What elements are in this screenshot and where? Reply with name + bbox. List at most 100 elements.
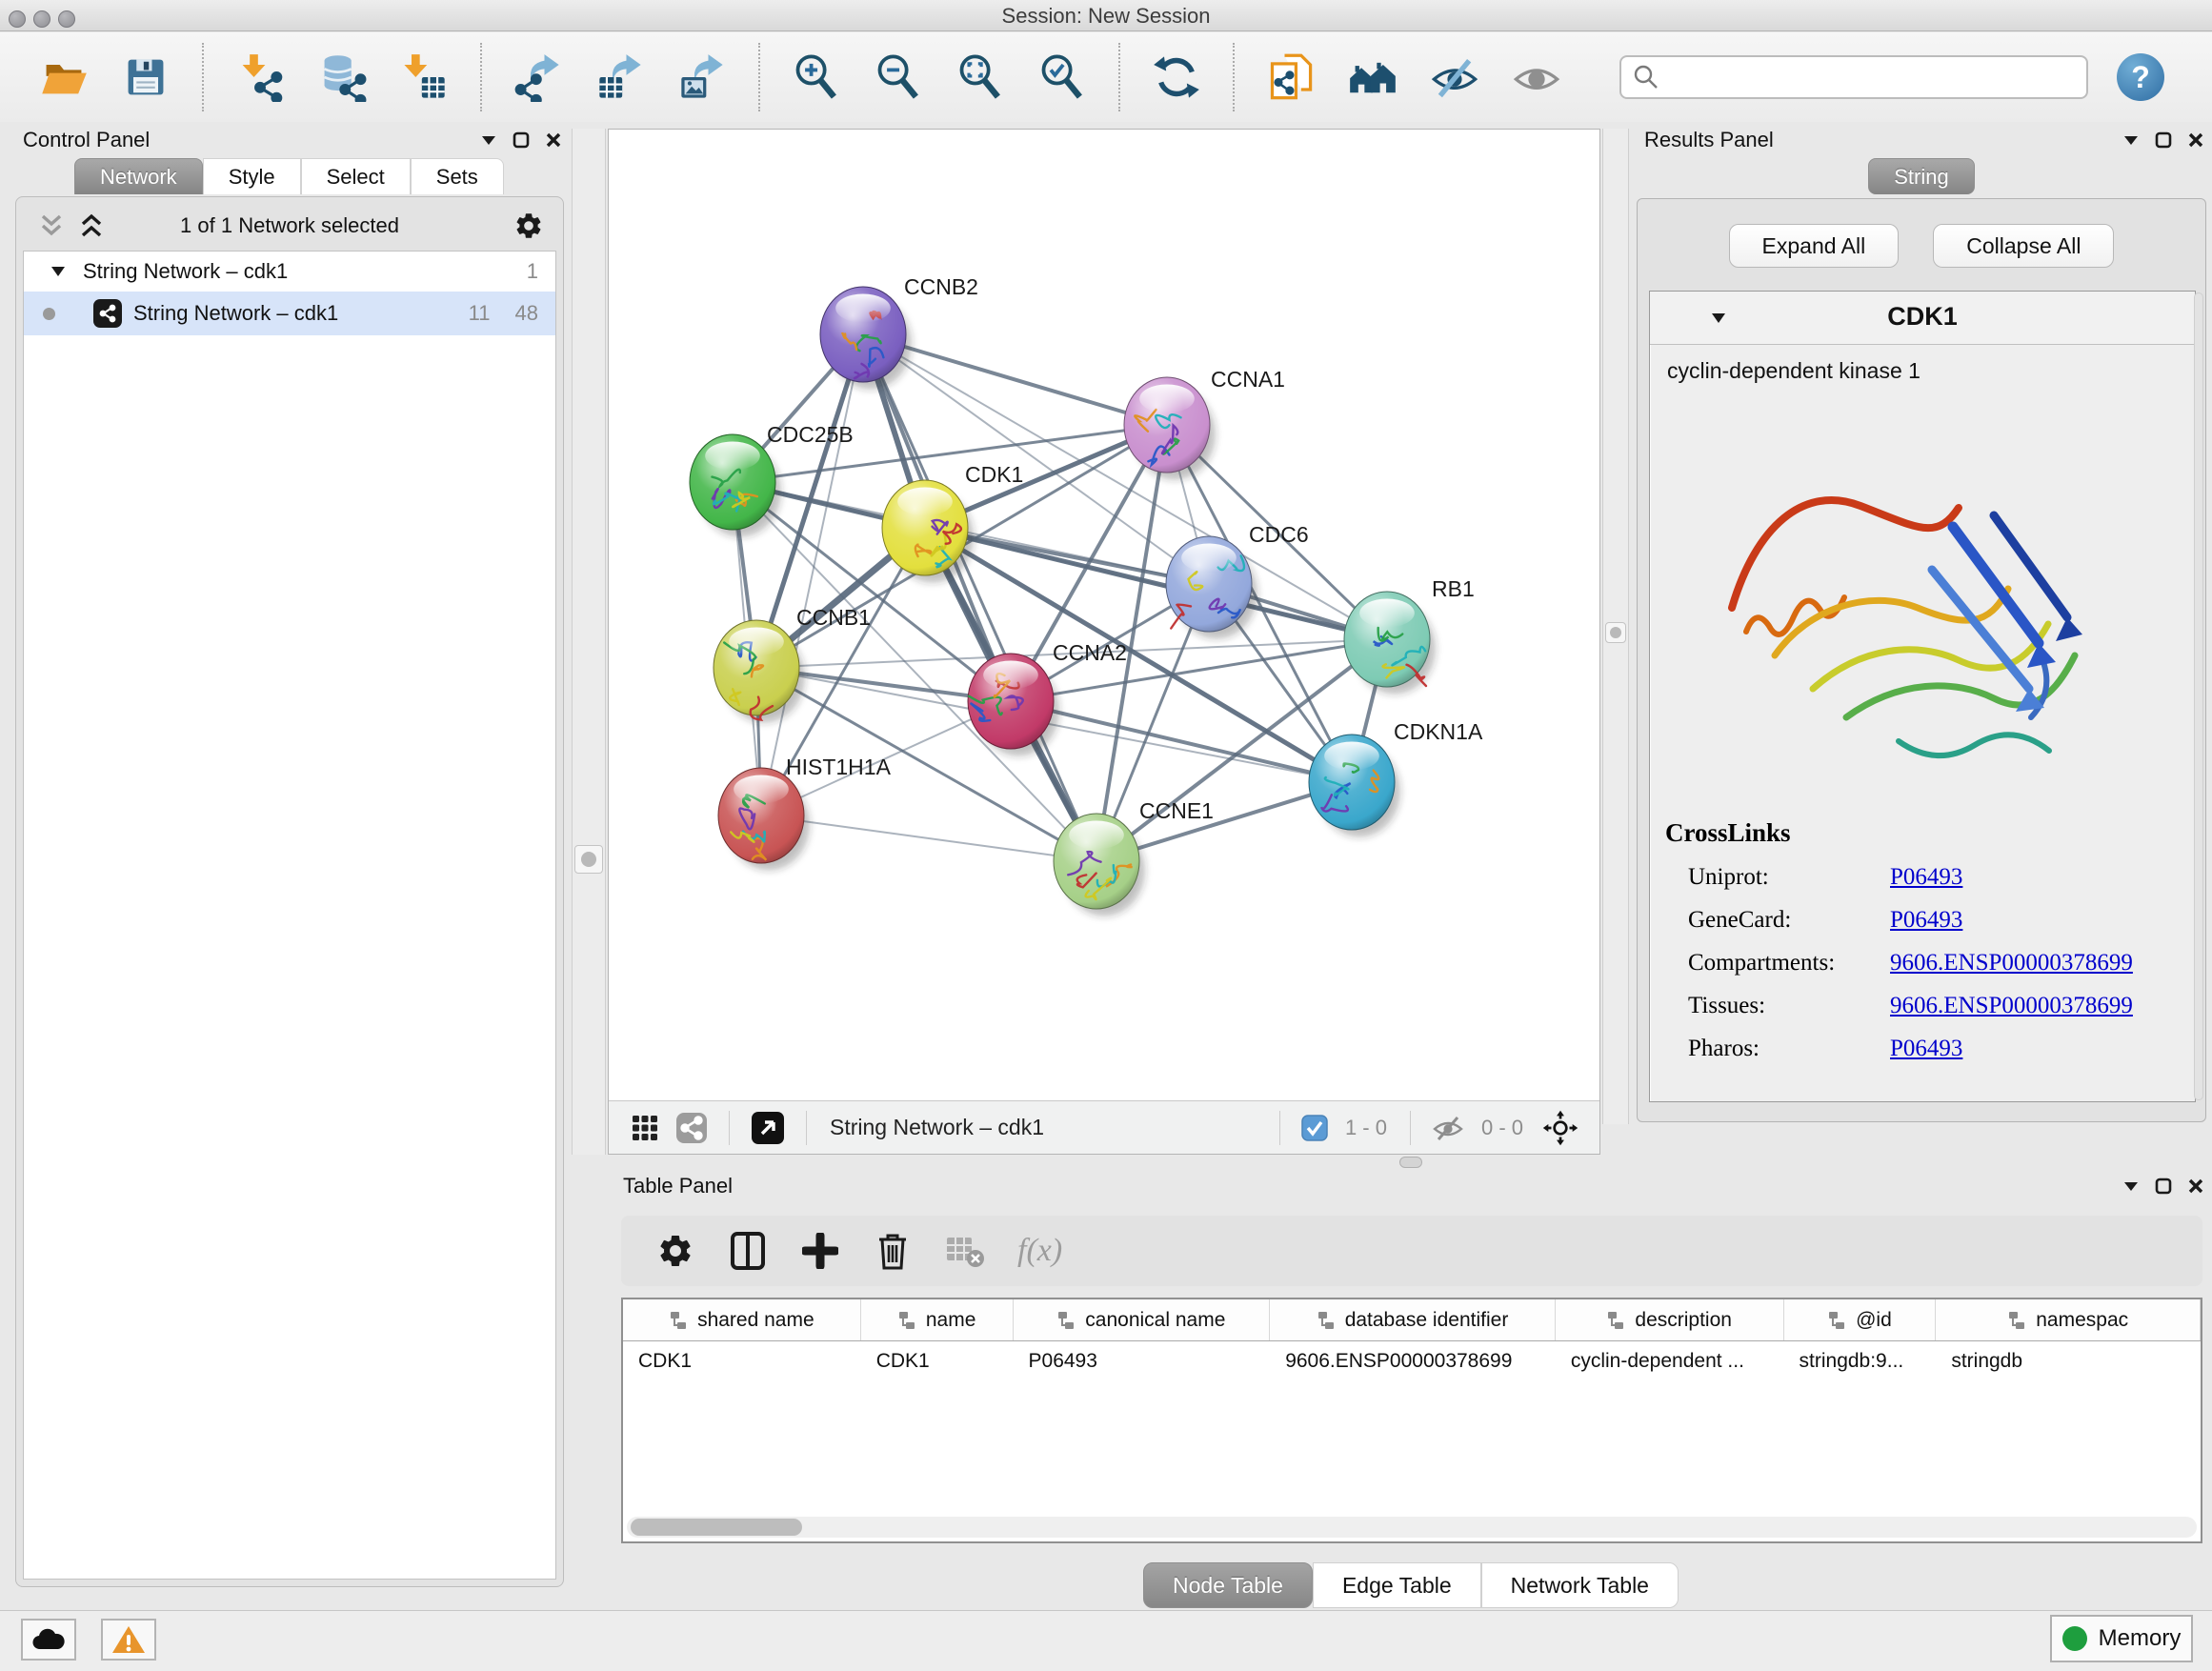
- tab-sets[interactable]: Sets: [411, 158, 504, 194]
- table-cell[interactable]: stringdb:9...: [1784, 1341, 1937, 1381]
- birds-eye-view-button[interactable]: [751, 1111, 785, 1145]
- results-scrollbar[interactable]: [2194, 292, 2203, 1100]
- pan-tool-button[interactable]: [1542, 1110, 1579, 1146]
- grid-mode-button[interactable]: [630, 1113, 660, 1143]
- panel-close-icon[interactable]: [545, 131, 562, 149]
- apply-function-button[interactable]: f(x): [1017, 1233, 1062, 1269]
- panel-close-icon[interactable]: [2187, 131, 2204, 149]
- tree-expander-icon[interactable]: [50, 266, 66, 277]
- cloud-status-button[interactable]: [21, 1619, 76, 1661]
- panel-float-icon[interactable]: [2155, 131, 2172, 149]
- panel-menu-icon[interactable]: [2122, 134, 2140, 146]
- network-options-gear-icon[interactable]: [513, 211, 544, 241]
- network-view-toolbar: String Network – cdk1 1 - 0 0 - 0: [609, 1100, 1599, 1154]
- table-hscrollbar[interactable]: [627, 1517, 2197, 1538]
- left-splitter-handle[interactable]: [574, 845, 603, 874]
- table-hscrollbar-thumb[interactable]: [631, 1519, 802, 1536]
- home-button[interactable]: [1345, 50, 1400, 105]
- show-all-button[interactable]: [1509, 50, 1564, 105]
- protein-section-header[interactable]: CDK1: [1650, 292, 2195, 345]
- open-session-button[interactable]: [36, 50, 91, 105]
- table-cell[interactable]: CDK1: [861, 1341, 1014, 1381]
- table-cell[interactable]: CDK1: [623, 1341, 861, 1381]
- panel-menu-icon[interactable]: [480, 134, 497, 146]
- column-header-name[interactable]: name: [861, 1299, 1014, 1340]
- panel-float-icon[interactable]: [2155, 1178, 2172, 1195]
- zoom-out-button[interactable]: [871, 50, 926, 105]
- zoom-in-button[interactable]: [789, 50, 844, 105]
- crosslink-value[interactable]: P06493: [1890, 907, 1962, 934]
- node-CDC25B[interactable]: CDC25B: [690, 422, 854, 537]
- create-column-button[interactable]: [791, 1221, 850, 1280]
- table-cell[interactable]: P06493: [1014, 1341, 1271, 1381]
- network-row[interactable]: String Network – cdk1 11 48: [24, 292, 555, 335]
- hidden-toggle[interactable]: [1432, 1114, 1464, 1142]
- refresh-button[interactable]: [1149, 50, 1204, 105]
- right-splitter-handle[interactable]: [1605, 622, 1626, 643]
- export-image-button[interactable]: [674, 50, 730, 105]
- column-header-database-identifier[interactable]: database identifier: [1270, 1299, 1556, 1340]
- table-cell[interactable]: cyclin-dependent ...: [1556, 1341, 1784, 1381]
- tab-string[interactable]: String: [1868, 158, 1974, 194]
- left-splitter[interactable]: [572, 129, 606, 1155]
- network-mode-button[interactable]: [675, 1112, 708, 1144]
- crosslink-value[interactable]: P06493: [1890, 1036, 1962, 1062]
- show-columns-button[interactable]: [718, 1221, 777, 1280]
- column-header-description[interactable]: description: [1556, 1299, 1784, 1340]
- delete-column-button[interactable]: [863, 1221, 922, 1280]
- network-graph[interactable]: CCNB2CCNA1CDC25BCDK1CDC6RB1CCNB1CCNA2CDK…: [609, 130, 1599, 1100]
- zoom-fit-button[interactable]: [953, 50, 1008, 105]
- crosslink-value[interactable]: 9606.ENSP00000378699: [1890, 993, 2133, 1019]
- node-CDKN1A[interactable]: CDKN1A: [1309, 719, 1483, 837]
- export-table-button[interactable]: [593, 50, 648, 105]
- delete-table-button[interactable]: [935, 1221, 995, 1280]
- edge-CCNB2-HIST1H1A[interactable]: [761, 334, 863, 815]
- expand-all-button[interactable]: Expand All: [1729, 224, 1900, 268]
- zoom-selected-button[interactable]: [1035, 50, 1090, 105]
- help-button[interactable]: ?: [2117, 53, 2164, 101]
- column-header-@id[interactable]: @id: [1784, 1299, 1937, 1340]
- warnings-button[interactable]: [101, 1619, 156, 1661]
- import-table-button[interactable]: [396, 50, 452, 105]
- import-network-button[interactable]: [232, 50, 288, 105]
- column-header-canonical-name[interactable]: canonical name: [1014, 1299, 1271, 1340]
- tab-edge-table[interactable]: Edge Table: [1313, 1562, 1481, 1608]
- trash-icon: [875, 1231, 910, 1271]
- node-RB1[interactable]: RB1: [1344, 576, 1475, 695]
- column-header-shared-name[interactable]: shared name: [623, 1299, 861, 1340]
- clone-network-button[interactable]: [1263, 50, 1318, 105]
- node-CCNB2[interactable]: CCNB2: [820, 274, 978, 390]
- panel-close-icon[interactable]: [2187, 1178, 2204, 1195]
- table-row[interactable]: CDK1CDK1P064939606.ENSP00000378699cyclin…: [623, 1341, 2201, 1381]
- hide-selected-button[interactable]: [1427, 50, 1482, 105]
- search-input[interactable]: [1619, 55, 2088, 99]
- crosslink-value[interactable]: P06493: [1890, 864, 1962, 891]
- tab-network-table[interactable]: Network Table: [1481, 1562, 1679, 1608]
- table-cell[interactable]: stringdb: [1936, 1341, 2201, 1381]
- tab-node-table[interactable]: Node Table: [1143, 1562, 1313, 1608]
- memory-button[interactable]: Memory: [2050, 1615, 2193, 1662]
- tab-style[interactable]: Style: [203, 158, 301, 194]
- save-session-button[interactable]: [118, 50, 173, 105]
- network-collection-row[interactable]: String Network – cdk1 1: [24, 252, 555, 292]
- node-CCNA1[interactable]: CCNA1: [1124, 367, 1285, 480]
- column-header-namespac[interactable]: namespac: [1936, 1299, 2201, 1340]
- import-network-from-database-button[interactable]: [314, 50, 370, 105]
- node-HIST1H1A[interactable]: HIST1H1A: [718, 755, 892, 871]
- network-view[interactable]: CCNB2CCNA1CDC25BCDK1CDC6RB1CCNB1CCNA2CDK…: [608, 129, 1600, 1155]
- export-network-button[interactable]: [511, 50, 566, 105]
- edge-CCNB2-CCNE1[interactable]: [863, 334, 1096, 861]
- horizontal-splitter-handle[interactable]: [1399, 1157, 1422, 1168]
- panel-float-icon[interactable]: [513, 131, 530, 149]
- table-cell[interactable]: 9606.ENSP00000378699: [1270, 1341, 1556, 1381]
- edge-HIST1H1A-CCNE1[interactable]: [761, 815, 1096, 861]
- table-options-button[interactable]: [646, 1221, 705, 1280]
- tab-select[interactable]: Select: [301, 158, 411, 194]
- right-splitter[interactable]: [1602, 129, 1629, 1124]
- panel-menu-icon[interactable]: [2122, 1180, 2140, 1192]
- tab-network[interactable]: Network: [74, 158, 203, 194]
- crosslink-value[interactable]: 9606.ENSP00000378699: [1890, 950, 2133, 976]
- collapse-all-button[interactable]: Collapse All: [1933, 224, 2114, 268]
- hidden-eye-icon: [1432, 1114, 1464, 1142]
- selected-checkbox[interactable]: [1301, 1115, 1328, 1141]
